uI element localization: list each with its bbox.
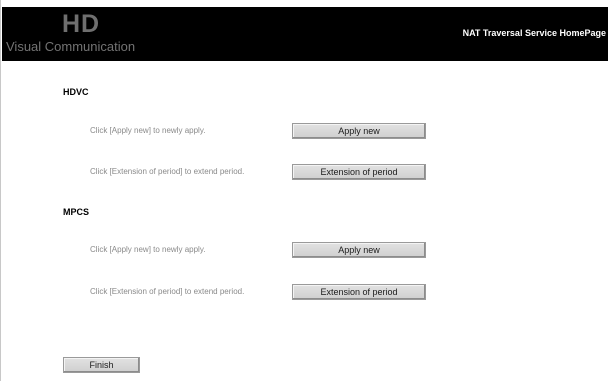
mpcs-apply-new-button[interactable]: Apply new xyxy=(292,242,426,258)
finish-button[interactable]: Finish xyxy=(63,357,140,373)
instruction-hdvc-apply-new: Click [Apply new] to newly apply. xyxy=(90,126,206,135)
hdvc-extension-of-period-button[interactable]: Extension of period xyxy=(292,164,426,180)
logo-tagline: Visual Communication xyxy=(6,39,136,54)
hdvc-apply-new-button[interactable]: Apply new xyxy=(292,123,426,139)
page-frame: HD Visual Communication NAT Traversal Se… xyxy=(0,0,608,381)
hd-logo: HD xyxy=(62,10,101,38)
header-banner: HD Visual Communication NAT Traversal Se… xyxy=(2,7,608,61)
instruction-mpcs-extension: Click [Extension of period] to extend pe… xyxy=(90,287,245,296)
section-heading-hdvc: HDVC xyxy=(63,87,89,97)
mpcs-extension-of-period-button[interactable]: Extension of period xyxy=(292,284,426,300)
page-title: NAT Traversal Service HomePage xyxy=(462,28,606,38)
section-heading-mpcs: MPCS xyxy=(63,207,90,217)
instruction-mpcs-apply-new: Click [Apply new] to newly apply. xyxy=(90,245,206,254)
instruction-hdvc-extension: Click [Extension of period] to extend pe… xyxy=(90,167,245,176)
